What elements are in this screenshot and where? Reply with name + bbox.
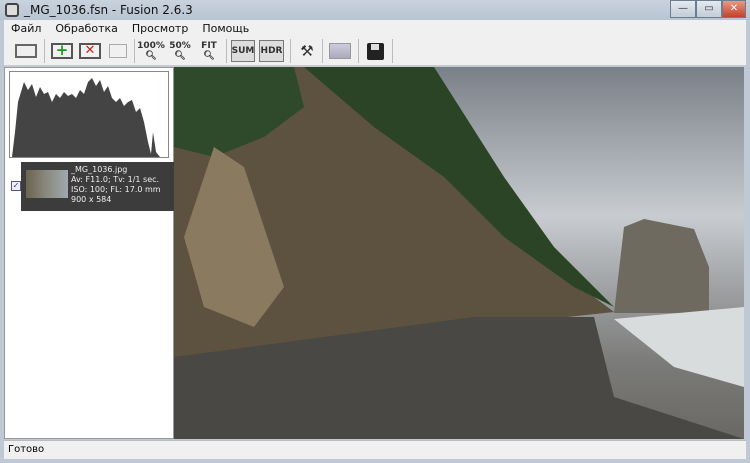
magnifier-icon: 🔍︎ xyxy=(145,51,157,61)
magnifier-icon: 🔍︎ xyxy=(203,51,215,61)
image-preview xyxy=(174,67,744,439)
file-iso: ISO: 100; FL: 17.0 mm xyxy=(71,185,161,194)
zoom-50-button[interactable]: 50% 🔍︎ xyxy=(168,40,192,62)
menu-bar: Файл Обработка Просмотр Помощь xyxy=(4,20,746,36)
menu-help[interactable]: Помощь xyxy=(202,22,249,35)
zoom-fit-button[interactable]: FIT 🔍︎ xyxy=(198,40,220,62)
zoom-fit-label: FIT xyxy=(201,41,217,51)
zoom-100-label: 100% xyxy=(137,41,165,51)
sum-button[interactable]: SUM xyxy=(231,40,255,62)
save-button[interactable] xyxy=(364,40,386,62)
new-project-button[interactable] xyxy=(14,40,38,62)
align-button[interactable] xyxy=(106,40,130,62)
file-list-item[interactable]: _MG_1036.jpg Av: F11.0; Tv: 1/1 sec. ISO… xyxy=(21,162,175,211)
add-icon: + xyxy=(51,43,73,59)
file-thumbnail xyxy=(26,170,68,198)
align-icon xyxy=(109,44,127,58)
menu-file[interactable]: Файл xyxy=(11,22,41,35)
title-bar: _MG_1036.fsn - Fusion 2.6.3 — ▭ ✕ xyxy=(0,0,750,20)
file-checkbox[interactable]: ✓ xyxy=(11,181,21,191)
tools-icon: ⚒ xyxy=(300,42,314,60)
close-button[interactable]: ✕ xyxy=(722,0,746,18)
add-image-button[interactable]: + xyxy=(50,40,74,62)
status-bar: Готово xyxy=(4,440,746,459)
zoom-100-button[interactable]: 100% 🔍︎ xyxy=(137,40,165,62)
image-icon xyxy=(329,43,351,59)
settings-button[interactable]: ⚒ xyxy=(296,40,318,62)
file-exposure: Av: F11.0; Tv: 1/1 sec. xyxy=(71,175,160,184)
hdr-button[interactable]: HDR xyxy=(259,40,284,62)
file-dimensions: 900 x 584 xyxy=(71,195,112,204)
image-list-panel: ✓ _MG_1036.jpg Av: F11.0; Tv: 1/1 sec. I… xyxy=(4,67,175,439)
magnifier-icon: 🔍︎ xyxy=(174,51,186,61)
menu-process[interactable]: Обработка xyxy=(55,22,117,35)
histogram xyxy=(9,71,169,158)
minimize-button[interactable]: — xyxy=(670,0,696,18)
save-icon xyxy=(366,42,384,60)
rectangle-icon xyxy=(15,44,37,58)
menu-view[interactable]: Просмотр xyxy=(132,22,188,35)
remove-image-button[interactable]: ✕ xyxy=(78,40,102,62)
image-view-button[interactable] xyxy=(328,40,352,62)
status-text: Готово xyxy=(8,444,45,455)
remove-icon: ✕ xyxy=(79,43,101,59)
file-name: _MG_1036.jpg xyxy=(71,165,128,174)
window-title: _MG_1036.fsn - Fusion 2.6.3 xyxy=(24,3,193,17)
app-icon xyxy=(5,3,19,17)
zoom-50-label: 50% xyxy=(169,41,191,51)
maximize-button[interactable]: ▭ xyxy=(696,0,722,18)
toolbar: + ✕ 100% 🔍︎ 50% 🔍︎ FIT 🔍︎ SUM HDR ⚒ xyxy=(4,36,746,66)
